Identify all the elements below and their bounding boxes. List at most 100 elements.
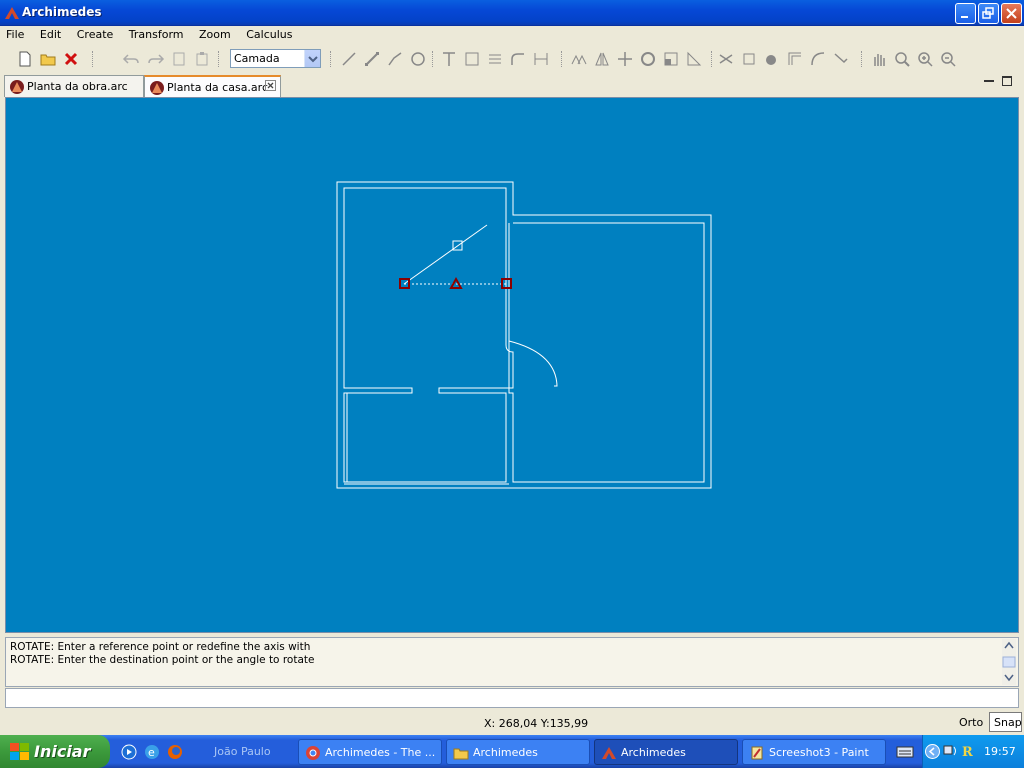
archimedes-icon [10, 80, 24, 94]
pan-hand-icon[interactable] [870, 50, 888, 68]
task-label: Screeshot3 - Paint [769, 746, 869, 759]
window-title: Archimedes [22, 5, 102, 19]
line-tool-icon[interactable] [340, 50, 358, 68]
orto-toggle[interactable]: Orto [959, 716, 983, 729]
delete-icon[interactable] [62, 50, 80, 68]
menu-zoom[interactable]: Zoom [193, 26, 237, 41]
windows-logo-icon [10, 743, 29, 760]
chamfer-tool-icon[interactable] [832, 50, 850, 68]
toolbar-separator [92, 51, 94, 67]
inner-wall [343, 187, 514, 483]
tab-label: Planta da casa.arc [167, 81, 268, 94]
network-icon[interactable] [942, 744, 958, 758]
polyline-tool-icon[interactable] [363, 50, 381, 68]
cursor-coordinates: X: 268,04 Y:135,99 [484, 717, 589, 730]
windows-taskbar: Iniciar e João Paulo Archimedes - The ..… [0, 735, 1024, 768]
close-tab-icon[interactable] [265, 80, 276, 91]
circle-tool-icon[interactable] [409, 50, 427, 68]
move-tool-icon[interactable] [616, 50, 634, 68]
arc-tool-icon[interactable] [386, 50, 404, 68]
new-file-icon[interactable] [16, 50, 34, 68]
maximize-pane-icon[interactable] [1002, 76, 1012, 86]
internet-explorer-icon[interactable]: e [144, 744, 160, 760]
media-player-icon[interactable] [121, 744, 137, 760]
toolbar-separator [432, 51, 434, 67]
folder-icon [453, 748, 469, 760]
rotate-tool-icon[interactable] [639, 50, 657, 68]
restore-button[interactable] [978, 3, 999, 24]
inner-wall [508, 222, 705, 483]
copy-tool-icon[interactable] [570, 50, 588, 68]
undo-icon[interactable] [122, 50, 140, 68]
tray-expand-icon[interactable] [925, 744, 940, 759]
layer-select[interactable]: Camada [230, 49, 321, 68]
snap-label: Snap [994, 716, 1022, 729]
console-scrollbar[interactable] [1002, 639, 1016, 685]
scale-tool-icon[interactable] [662, 50, 680, 68]
toolbar-separator [330, 51, 332, 67]
text-tool-icon[interactable] [440, 50, 458, 68]
zoom-out-icon[interactable] [939, 50, 957, 68]
bomb-tool-icon[interactable] [763, 50, 781, 68]
extend-tool-icon[interactable] [809, 50, 827, 68]
menu-transform[interactable]: Transform [123, 26, 190, 41]
chevron-down-icon[interactable] [304, 50, 320, 67]
close-icon [1006, 8, 1017, 19]
menu-edit[interactable]: Edit [34, 26, 67, 41]
task-folder[interactable]: Archimedes [446, 739, 590, 765]
toolbar: Camada [0, 46, 1024, 72]
open-folder-icon[interactable] [39, 50, 57, 68]
task-label: Archimedes [473, 746, 538, 759]
restore-icon [982, 7, 994, 19]
fillet-tool-icon[interactable] [509, 50, 527, 68]
archimedes-icon [5, 7, 19, 19]
floor-plan-drawing [336, 181, 712, 489]
task-label: Archimedes - The ... [325, 746, 436, 759]
rectangle-tool-icon[interactable] [463, 50, 481, 68]
zoom-window-icon[interactable] [893, 50, 911, 68]
layer-select-value: Camada [234, 52, 280, 65]
tab-planta-da-casa[interactable]: Planta da casa.arc [144, 75, 281, 97]
zoom-in-icon[interactable] [916, 50, 934, 68]
task-paint[interactable]: Screeshot3 - Paint [742, 739, 886, 765]
console-line: ROTATE: Enter a reference point or redef… [10, 641, 311, 653]
redo-icon[interactable] [147, 50, 165, 68]
task-chrome[interactable]: Archimedes - The ... [298, 739, 442, 765]
trim-tool-icon[interactable] [717, 50, 735, 68]
mirror-tool-icon[interactable] [593, 50, 611, 68]
stretch-tool-icon[interactable] [685, 50, 703, 68]
drawing-canvas[interactable] [5, 97, 1019, 633]
task-archimedes[interactable]: Archimedes [594, 739, 738, 765]
command-input[interactable] [5, 688, 1019, 708]
antivirus-icon[interactable]: R [960, 743, 976, 759]
menu-file[interactable]: File [0, 26, 30, 41]
close-button[interactable] [1001, 3, 1022, 24]
hatch-tool-icon[interactable] [486, 50, 504, 68]
paste-icon[interactable] [193, 50, 211, 68]
title-bar: Archimedes [0, 0, 1024, 26]
dimension-tool-icon[interactable] [532, 50, 550, 68]
menu-calculus[interactable]: Calculus [240, 26, 298, 41]
outer-wall [336, 181, 712, 489]
firefox-icon[interactable] [167, 744, 183, 760]
toolbar-separator [218, 51, 220, 67]
minimize-pane-icon[interactable] [984, 76, 994, 86]
rotation-reference-line [403, 224, 488, 285]
minimize-button[interactable] [955, 3, 976, 24]
start-button[interactable]: Iniciar [0, 735, 110, 768]
explode-tool-icon[interactable] [740, 50, 758, 68]
paint-icon [751, 746, 763, 760]
offset-tool-icon[interactable] [786, 50, 804, 68]
toolbar-separator [711, 51, 713, 67]
quick-launch-user: João Paulo [214, 745, 271, 758]
archimedes-icon [150, 81, 164, 95]
tab-label: Planta da obra.arc [27, 80, 128, 93]
toolbar-separator [861, 51, 863, 67]
menu-create[interactable]: Create [71, 26, 120, 41]
cut-icon[interactable] [170, 50, 188, 68]
snap-toggle[interactable]: Snap [989, 712, 1022, 732]
start-label: Iniciar [34, 742, 91, 761]
keyboard-icon[interactable] [896, 745, 914, 759]
tab-planta-da-obra[interactable]: Planta da obra.arc [4, 75, 144, 97]
menu-bar: File Edit Create Transform Zoom Calculus [0, 26, 1024, 45]
